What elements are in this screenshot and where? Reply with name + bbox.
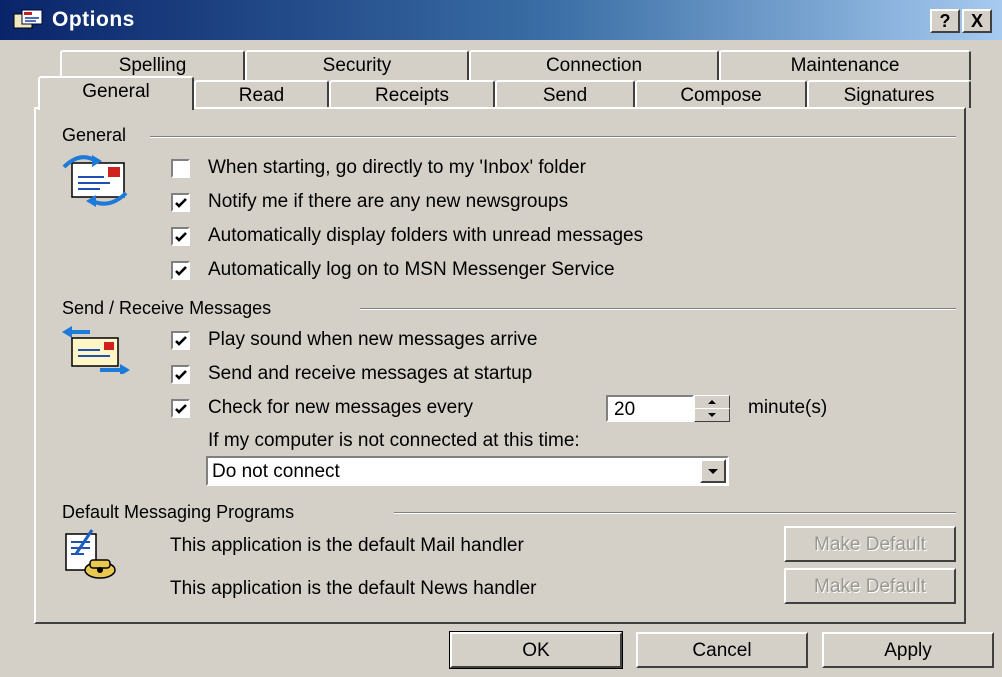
checkmark-icon bbox=[175, 336, 187, 346]
checkbox-msn-logon[interactable] bbox=[171, 261, 190, 280]
spin-up-button[interactable] bbox=[694, 395, 730, 409]
interval-unit-label: minute(s) bbox=[748, 397, 828, 418]
option-label-go-to-inbox: When starting, go directly to my 'Inbox'… bbox=[208, 157, 586, 178]
check-interval-input[interactable]: 20 bbox=[606, 395, 694, 422]
check-interval-spinner[interactable] bbox=[694, 395, 730, 422]
apply-button[interactable]: Apply bbox=[822, 632, 994, 668]
checkbox-go-to-inbox[interactable] bbox=[171, 159, 190, 178]
checkbox-send-receive-startup[interactable] bbox=[171, 365, 190, 384]
arrow-down-icon bbox=[708, 413, 716, 417]
checkmark-icon bbox=[175, 404, 187, 414]
connection-dropdown[interactable]: Do not connect bbox=[206, 456, 729, 486]
checkmark-icon bbox=[175, 370, 187, 380]
mail-handler-status: This application is the default Mail han… bbox=[170, 535, 524, 556]
spin-down-button[interactable] bbox=[694, 408, 730, 422]
section-divider bbox=[360, 308, 956, 310]
checkbox-check-every[interactable] bbox=[171, 399, 190, 418]
send-receive-icon bbox=[60, 326, 132, 379]
option-label-msn-logon: Automatically log on to MSN Messenger Se… bbox=[208, 259, 615, 280]
make-default-mail-button[interactable]: Make Default bbox=[784, 526, 956, 562]
arrow-up-icon bbox=[708, 400, 716, 404]
not-connected-label: If my computer is not connected at this … bbox=[208, 430, 580, 451]
checkmark-icon bbox=[175, 266, 187, 276]
checkbox-play-sound[interactable] bbox=[171, 331, 190, 350]
chevron-down-icon bbox=[708, 469, 718, 474]
dropdown-arrow-button[interactable] bbox=[700, 459, 726, 483]
cancel-button[interactable]: Cancel bbox=[636, 632, 808, 668]
section-divider bbox=[150, 136, 956, 138]
connection-dropdown-value: Do not connect bbox=[212, 461, 340, 482]
option-label-notify-newsgroups: Notify me if there are any new newsgroup… bbox=[208, 191, 569, 212]
ok-button[interactable]: OK bbox=[449, 631, 623, 669]
checkbox-display-unread-folders[interactable] bbox=[171, 227, 190, 246]
option-label-display-unread-folders: Automatically display folders with unrea… bbox=[208, 225, 644, 246]
section-title-general: General bbox=[62, 125, 135, 146]
section-title-default-programs: Default Messaging Programs bbox=[62, 502, 303, 523]
news-handler-status: This application is the default News han… bbox=[170, 578, 537, 599]
section-divider bbox=[394, 512, 956, 514]
default-programs-icon bbox=[62, 528, 118, 587]
options-dialog: Options ? X Spelling Security Connection… bbox=[0, 0, 1002, 677]
checkmark-icon bbox=[175, 198, 187, 208]
checkbox-notify-newsgroups[interactable] bbox=[171, 193, 190, 212]
make-default-news-button[interactable]: Make Default bbox=[784, 568, 956, 604]
section-title-send-receive: Send / Receive Messages bbox=[62, 298, 280, 319]
option-label-play-sound: Play sound when new messages arrive bbox=[208, 329, 538, 350]
mailbox-switch-icon bbox=[60, 153, 132, 212]
option-label-check-every: Check for new messages every bbox=[208, 397, 474, 418]
option-label-send-receive-startup: Send and receive messages at startup bbox=[208, 363, 533, 384]
checkmark-icon bbox=[175, 232, 187, 242]
